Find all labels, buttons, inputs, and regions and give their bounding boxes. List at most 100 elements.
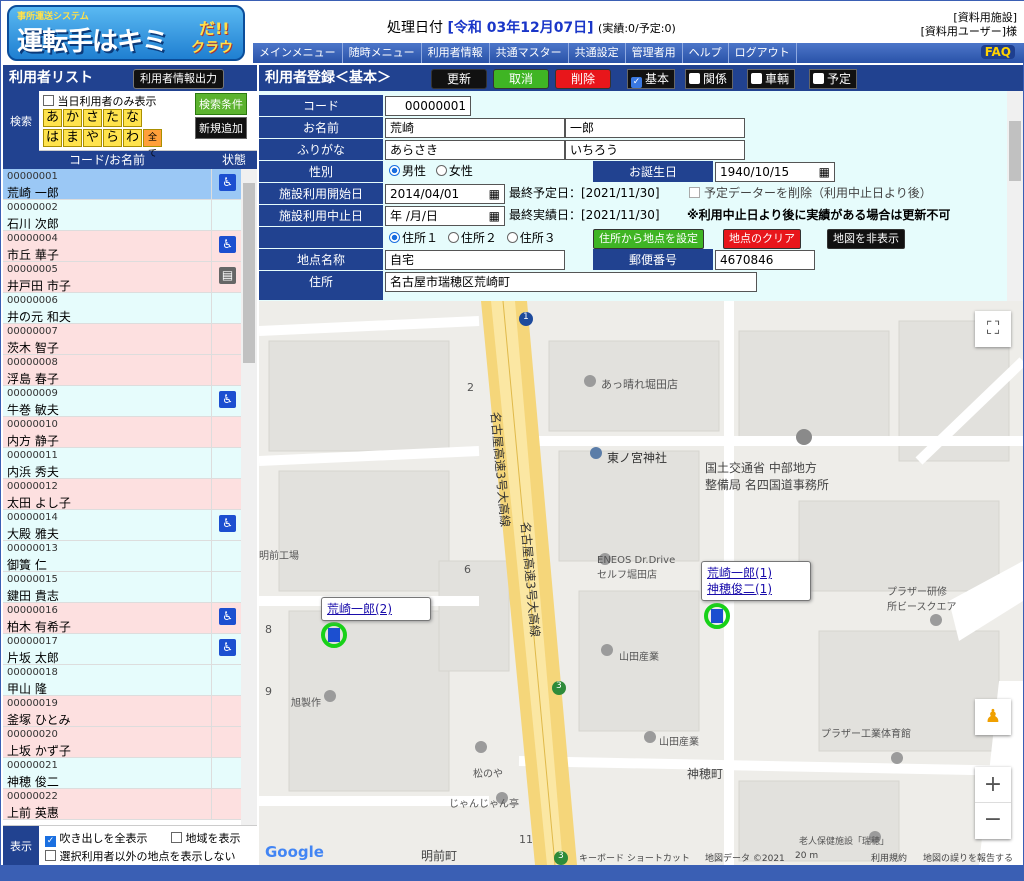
menu-main[interactable]: メインメニュー — [253, 43, 343, 63]
tab-basic[interactable]: ✓ 基本 — [627, 69, 676, 89]
kana-ka-button[interactable]: か — [63, 109, 82, 127]
form-scroll-thumb[interactable] — [1009, 121, 1021, 181]
kana-ta-button[interactable]: た — [103, 109, 122, 127]
menu-user-info[interactable]: 利用者情報 — [422, 43, 490, 63]
show-area-option[interactable]: 地域を表示 — [171, 830, 241, 846]
hide-others-option[interactable]: 選択利用者以外の地点を表示しない — [45, 848, 236, 864]
user-list-item[interactable]: 00000006 井の元 和夫 — [3, 293, 241, 324]
user-list-item[interactable]: 00000015 鍵田 貴志 — [3, 572, 241, 603]
birthday-field[interactable]: 1940/10/15 ▦ — [715, 162, 835, 182]
hide-others-checkbox[interactable] — [45, 850, 56, 861]
user-list-scroll-thumb[interactable] — [243, 183, 255, 363]
user-list-item[interactable]: 00000012 太田 よし子 — [3, 479, 241, 510]
today-only-option[interactable]: 当日利用者のみ表示 — [43, 93, 157, 109]
user-list-item[interactable]: 00000004 市丘 華子 ♿ — [3, 231, 241, 262]
report-error-link[interactable]: 地図の誤りを報告する — [923, 851, 1013, 864]
fullscreen-icon[interactable]: ⛶ — [975, 311, 1011, 347]
user-list-item[interactable]: 00000019 釜塚 ひとみ — [3, 696, 241, 727]
address1-radio[interactable] — [389, 232, 400, 243]
balloon-link-kanho-1[interactable]: 神穂俊二(1) — [707, 581, 805, 597]
menu-common-settings[interactable]: 共通設定 — [569, 43, 626, 63]
show-area-checkbox[interactable] — [171, 832, 182, 843]
menu-anytime[interactable]: 随時メニュー — [343, 43, 422, 63]
menu-help[interactable]: ヘルプ — [683, 43, 729, 63]
menu-logout[interactable]: ログアウト — [729, 43, 797, 63]
user-list-scrollbar[interactable] — [241, 169, 257, 825]
point-name-field[interactable]: 自宅 — [385, 250, 565, 270]
app-logo[interactable]: 事所運送システム 運転手はキミ だ!! クラウド — [7, 5, 245, 61]
street-view-pegman-icon[interactable]: ♟ — [975, 699, 1011, 735]
user-list-item[interactable]: 00000016 柏木 有希子 ♿ — [3, 603, 241, 634]
last-name-field[interactable]: 荒崎 — [385, 118, 565, 138]
tab-relation[interactable]: 関係 — [685, 69, 734, 89]
balloon-link-arasaki-1[interactable]: 荒崎一郎(1) — [707, 565, 805, 581]
delete-plan-option[interactable]: 予定データーを削除（利用中止日より後） — [689, 183, 932, 203]
user-list-item[interactable]: 00000017 片坂 太郎 ♿ — [3, 634, 241, 665]
menu-common-master[interactable]: 共通マスター — [490, 43, 569, 63]
kana-all-button[interactable]: 全て — [143, 129, 162, 159]
kana-ha-button[interactable]: は — [43, 129, 62, 147]
start-date-field[interactable]: 2014/04/01 ▦ — [385, 184, 505, 204]
show-all-balloons-option[interactable]: ✓ 吹き出しを全表示 — [45, 830, 148, 847]
user-list-item[interactable]: 00000009 牛巻 敏夫 ♿ — [3, 386, 241, 417]
user-list-item[interactable]: 00000010 内方 静子 — [3, 417, 241, 448]
hide-map-button[interactable]: 地図を非表示 — [827, 229, 905, 249]
menu-admin[interactable]: 管理者用 — [626, 43, 683, 63]
today-only-checkbox[interactable] — [43, 95, 54, 106]
balloon-link-arasaki-2[interactable]: 荒崎一郎(2) — [327, 601, 425, 617]
stop-date-field[interactable]: 年 /月/日 ▦ — [385, 206, 505, 226]
user-list-item[interactable]: 00000021 神穂 俊二 — [3, 758, 241, 789]
kana-ra-button[interactable]: ら — [103, 129, 122, 147]
delete-button[interactable]: 削除 — [555, 69, 611, 89]
user-list-item[interactable]: 00000005 井戸田 市子 ▤ — [3, 262, 241, 293]
new-user-button[interactable]: 新規追加 — [195, 117, 247, 139]
kana-last-field[interactable]: あらさき — [385, 140, 565, 160]
gender-female-radio[interactable] — [435, 165, 447, 176]
kana-ma-button[interactable]: ま — [63, 129, 82, 147]
user-list-item[interactable]: 00000013 御簀 仁 — [3, 541, 241, 572]
code-field[interactable]: 00000001 — [385, 96, 471, 116]
set-point-from-address-button[interactable]: 住所から地点を設定 — [593, 229, 704, 249]
tab-plan[interactable]: 予定 — [809, 69, 858, 89]
delete-plan-checkbox[interactable] — [689, 187, 700, 198]
zip-field[interactable]: 4670846 — [715, 250, 815, 270]
search-condition-button[interactable]: 検索条件 — [195, 93, 247, 115]
user-list-item[interactable]: 00000002 石川 次郎 — [3, 200, 241, 231]
user-list-item[interactable]: 00000007 茨木 智子 — [3, 324, 241, 355]
form-scrollbar[interactable] — [1007, 91, 1023, 301]
user-list-item[interactable]: 00000008 浮島 春子 — [3, 355, 241, 386]
faq-button[interactable]: FAQ — [980, 45, 1015, 59]
user-list-item[interactable]: 00000014 大殿 雅夫 ♿ — [3, 510, 241, 541]
user-list-item[interactable]: 00000011 内浜 秀夫 — [3, 448, 241, 479]
kana-wa-button[interactable]: わ — [123, 129, 142, 147]
show-all-balloons-checkbox[interactable]: ✓ — [45, 836, 56, 847]
address2-radio[interactable] — [447, 232, 459, 243]
calendar-icon[interactable]: ▦ — [489, 185, 500, 203]
address-field[interactable]: 名古屋市瑞穂区荒崎町 — [385, 272, 757, 292]
map-view[interactable]: 2 6 8 9 11 3 1 3 名古屋高速3号大高線 名古屋高速3号大高線 あ… — [259, 301, 1023, 865]
clear-point-button[interactable]: 地点のクリア — [723, 229, 801, 249]
zoom-in-icon[interactable]: + — [975, 767, 1011, 803]
calendar-icon[interactable]: ▦ — [819, 163, 830, 181]
kana-na-button[interactable]: な — [123, 109, 142, 127]
cancel-button[interactable]: 取消 — [493, 69, 549, 89]
user-list-item[interactable]: 00000022 上前 英惠 — [3, 789, 241, 820]
kana-first-field[interactable]: いちろう — [565, 140, 745, 160]
calendar-icon[interactable]: ▦ — [489, 207, 500, 225]
address3-radio[interactable] — [506, 232, 518, 243]
kana-a-button[interactable]: あ — [43, 109, 62, 127]
zoom-out-icon[interactable]: − — [975, 803, 1011, 839]
kana-sa-button[interactable]: さ — [83, 109, 102, 127]
export-user-info-button[interactable]: 利用者情報出力 — [133, 69, 224, 89]
first-name-field[interactable]: 一郎 — [565, 118, 745, 138]
kana-ya-button[interactable]: や — [83, 129, 102, 147]
gender-male-radio[interactable] — [389, 165, 400, 176]
keyboard-shortcut-link[interactable]: キーボード ショートカット — [579, 851, 690, 864]
user-list-item[interactable]: 00000020 上坂 かず子 — [3, 727, 241, 758]
user-list-item[interactable]: 00000018 甲山 隆 — [3, 665, 241, 696]
user-name: 荒崎 一郎 — [7, 186, 59, 200]
update-button[interactable]: 更新 — [431, 69, 487, 89]
tab-vehicle[interactable]: 車輌 — [747, 69, 796, 89]
user-list-item[interactable]: 00000001 荒崎 一郎 ♿ — [3, 169, 241, 200]
terms-link[interactable]: 利用規約 — [871, 851, 907, 864]
